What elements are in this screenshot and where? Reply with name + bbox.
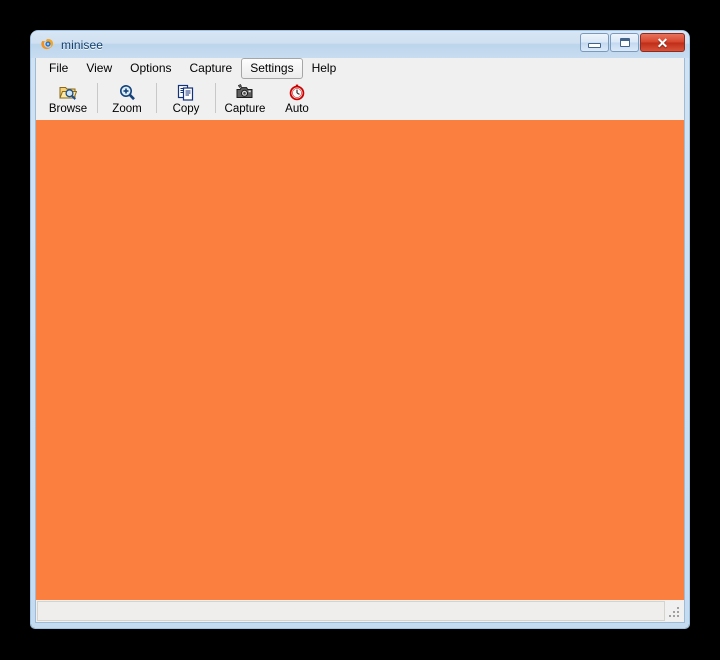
copy-pages-icon — [175, 83, 197, 102]
status-bar — [36, 600, 684, 622]
menu-item-view[interactable]: View — [77, 58, 121, 79]
menu-item-capture[interactable]: Capture — [181, 58, 242, 79]
minimize-icon — [588, 43, 601, 48]
toolbar-separator — [156, 83, 157, 113]
menu-bar: File View Options Capture Settings Help — [36, 58, 684, 79]
maximize-icon — [619, 38, 630, 47]
menu-item-file[interactable]: File — [40, 58, 77, 79]
capture-label: Capture — [224, 103, 266, 115]
toolbar-separator — [97, 83, 98, 113]
zoom-button[interactable]: Zoom — [101, 81, 153, 119]
zoom-label: Zoom — [112, 103, 142, 115]
red-clock-icon — [286, 83, 308, 102]
menu-item-help[interactable]: Help — [303, 58, 346, 79]
status-text — [37, 601, 665, 621]
capture-button[interactable]: Capture — [219, 81, 271, 119]
application-window: minisee ✕ File View Options Capture Sett… — [31, 31, 689, 628]
resize-grip[interactable] — [665, 601, 683, 621]
folder-search-icon — [57, 83, 79, 102]
menu-item-options[interactable]: Options — [121, 58, 180, 79]
copy-button[interactable]: Copy — [160, 81, 212, 119]
browse-label: Browse — [48, 103, 88, 115]
close-icon: ✕ — [656, 34, 669, 51]
client-area: File View Options Capture Settings Help … — [35, 58, 685, 623]
minimize-button[interactable] — [580, 33, 609, 52]
camera-icon — [234, 83, 256, 102]
magnifier-plus-icon — [116, 83, 138, 102]
title-bar[interactable]: minisee ✕ — [31, 31, 689, 58]
close-button[interactable]: ✕ — [640, 33, 685, 52]
window-title: minisee — [61, 37, 104, 52]
copy-label: Copy — [172, 103, 200, 115]
maximize-button[interactable] — [610, 33, 639, 52]
toolbar-separator — [215, 83, 216, 113]
auto-label: Auto — [285, 103, 309, 115]
auto-button[interactable]: Auto — [271, 81, 323, 119]
minisee-app-icon — [39, 37, 55, 53]
browse-button[interactable]: Browse — [42, 81, 94, 119]
menu-item-settings[interactable]: Settings — [241, 58, 303, 79]
image-view[interactable] — [36, 120, 684, 600]
toolbar: Browse Zoom Copy Capture Auto — [36, 79, 684, 120]
window-controls: ✕ — [580, 33, 685, 52]
